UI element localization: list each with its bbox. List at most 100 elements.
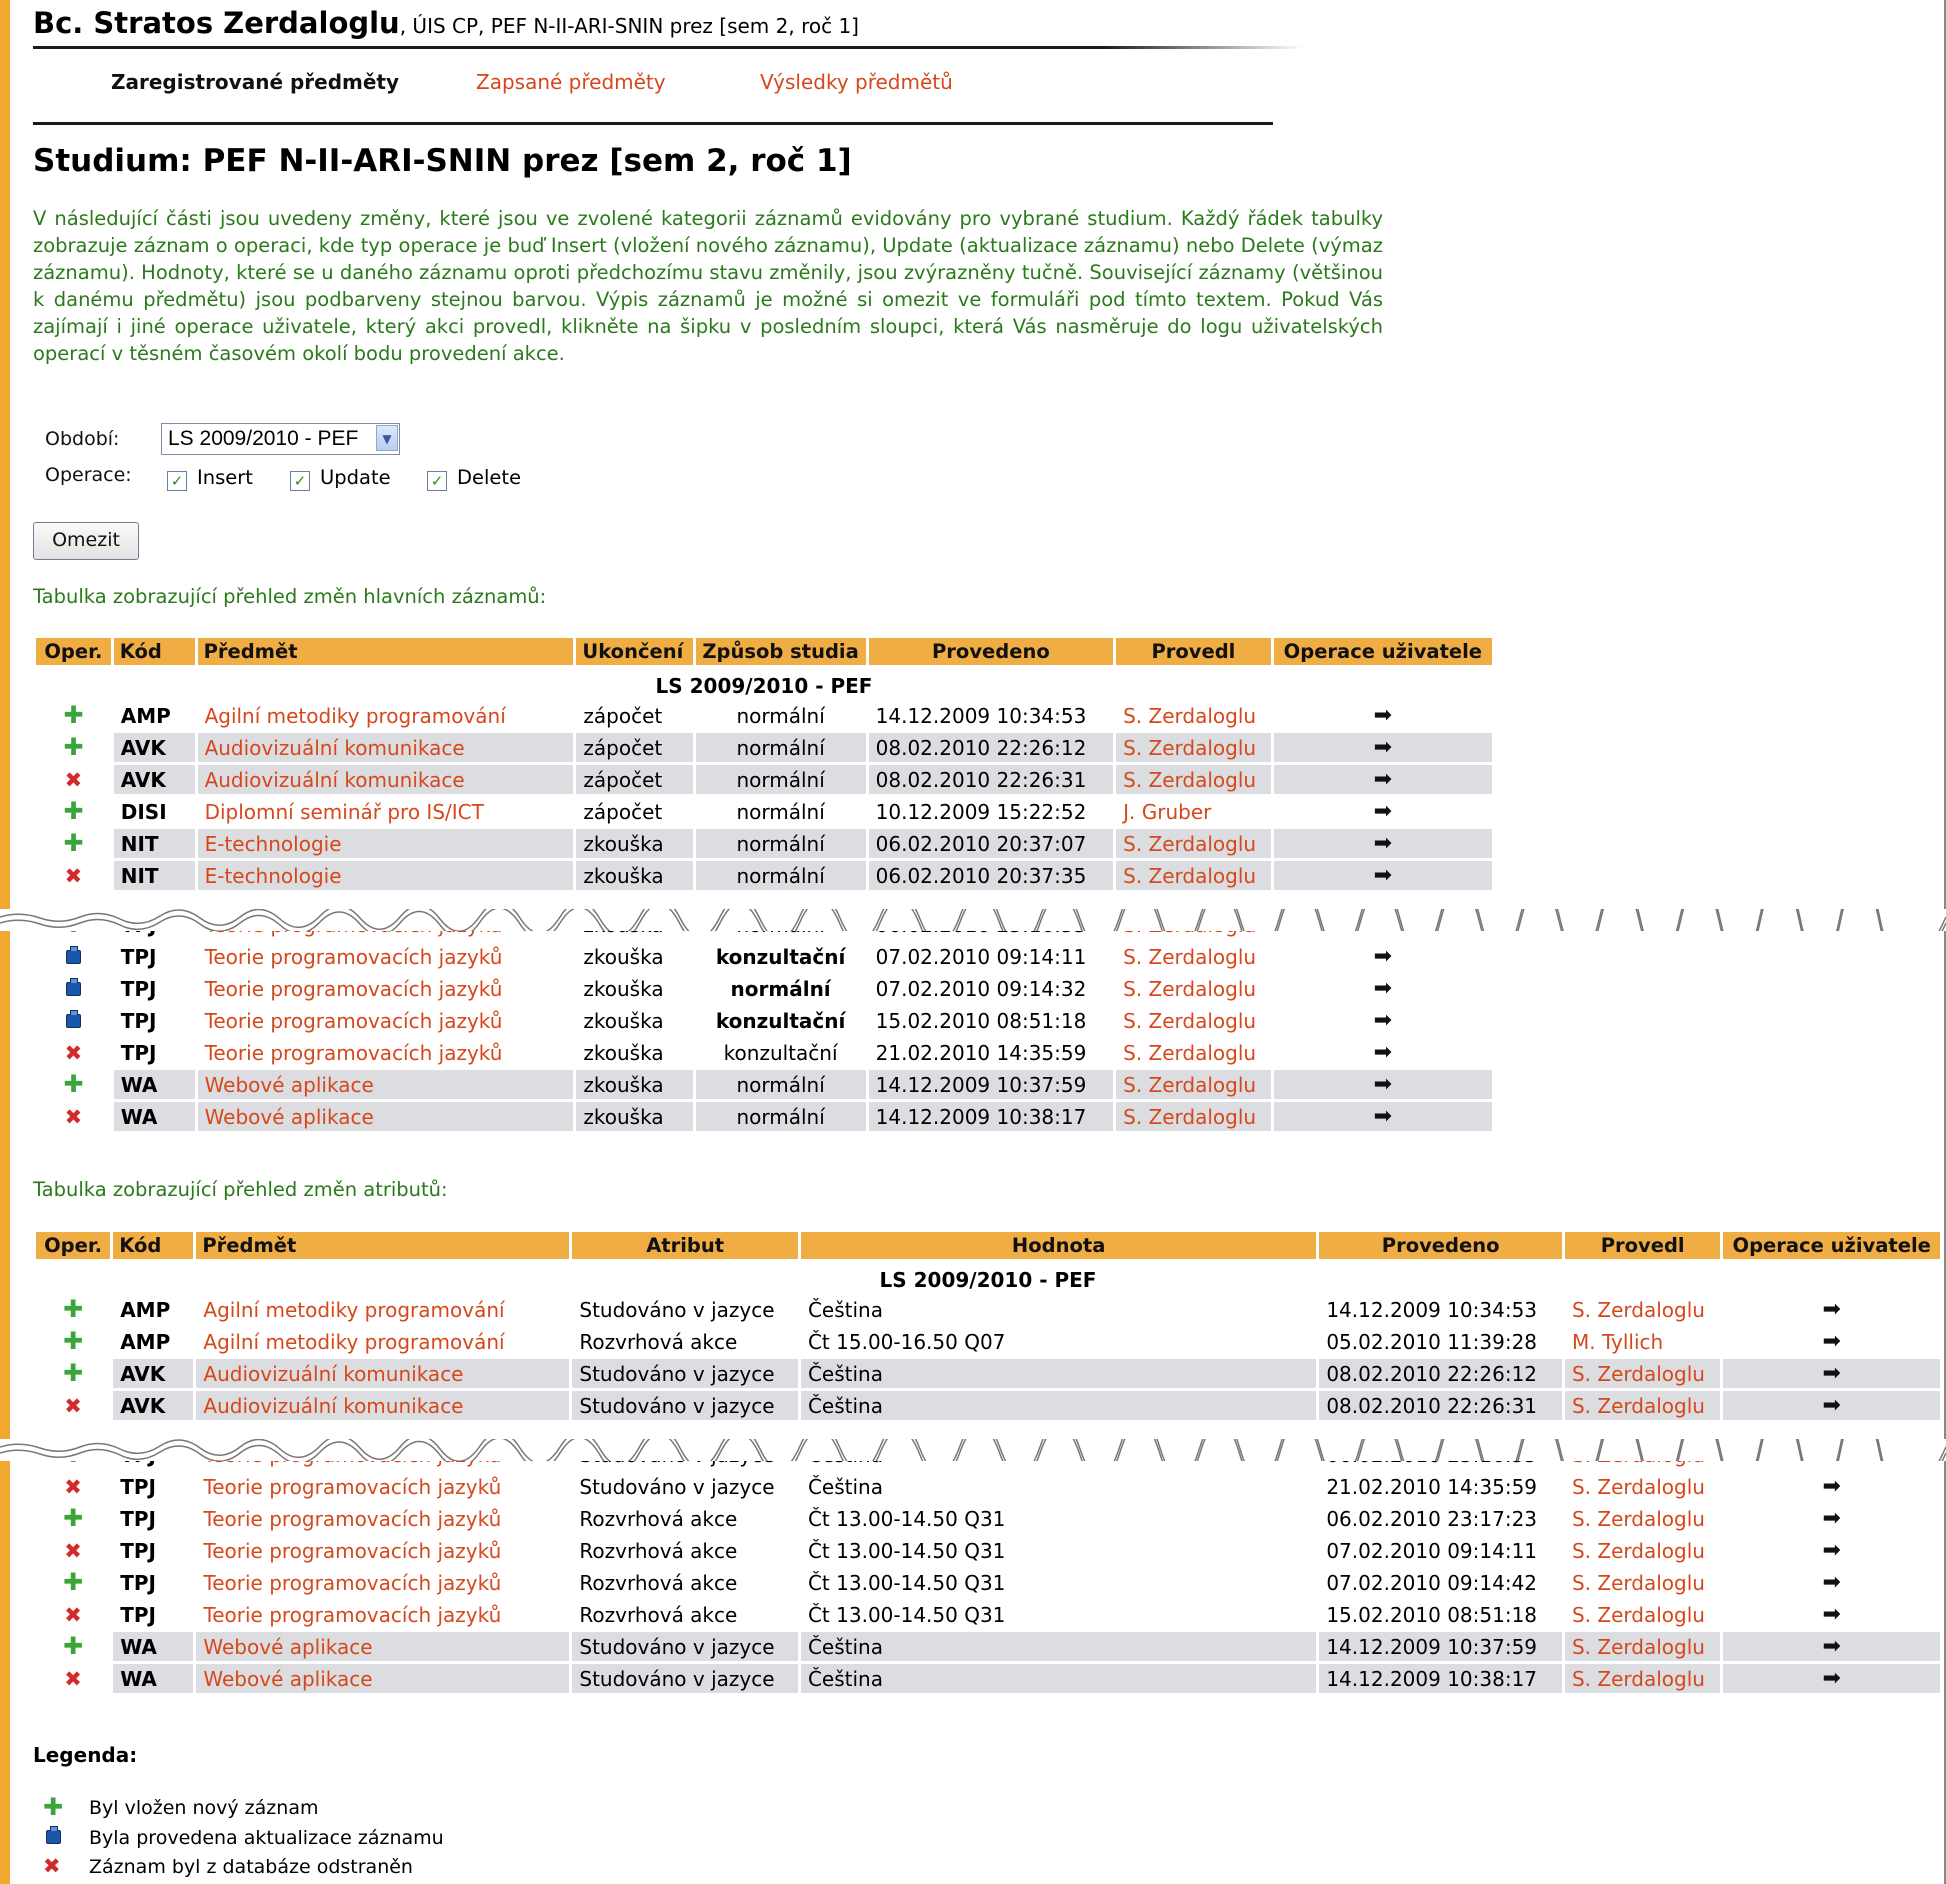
arrow-right-icon[interactable]: ➡ bbox=[1374, 799, 1392, 824]
arrow-right-icon[interactable]: ➡ bbox=[1822, 1393, 1840, 1418]
user-link[interactable]: S. Zerdaloglu bbox=[1123, 736, 1256, 760]
user-link[interactable]: S. Zerdaloglu bbox=[1572, 1667, 1705, 1691]
arrow-right-icon[interactable]: ➡ bbox=[1822, 1634, 1840, 1659]
arrow-right-icon[interactable]: ➡ bbox=[1374, 1008, 1392, 1033]
subject-link[interactable]: Webové aplikace bbox=[205, 1105, 374, 1129]
checkbox-delete-box[interactable]: ✓ bbox=[427, 471, 447, 491]
subject-link[interactable]: Teorie programovacích jazyků bbox=[205, 1009, 503, 1033]
user-link[interactable]: S. Zerdaloglu bbox=[1123, 945, 1256, 969]
col-header-oper[interactable]: Oper. bbox=[36, 1232, 111, 1259]
period-select[interactable]: LS 2009/2010 - PEF ▼ bbox=[161, 423, 400, 455]
arrow-right-icon[interactable]: ➡ bbox=[1822, 1538, 1840, 1563]
col-header-user-ops[interactable]: Operace uživatele bbox=[1723, 1232, 1940, 1259]
filter-button[interactable]: Omezit bbox=[33, 522, 139, 560]
arrow-right-icon[interactable]: ➡ bbox=[1374, 863, 1392, 888]
user-link[interactable]: S. Zerdaloglu bbox=[1123, 977, 1256, 1001]
user-link[interactable]: S. Zerdaloglu bbox=[1572, 1603, 1705, 1627]
arrow-right-icon[interactable]: ➡ bbox=[1822, 1666, 1840, 1691]
subject-link[interactable]: Webové aplikace bbox=[203, 1667, 372, 1691]
col-header-by[interactable]: Provedl bbox=[1564, 1232, 1721, 1259]
user-link[interactable]: S. Zerdaloglu bbox=[1572, 1298, 1705, 1322]
arrow-right-icon[interactable]: ➡ bbox=[1374, 1072, 1392, 1097]
subject-link[interactable]: E-technologie bbox=[205, 864, 342, 888]
user-link[interactable]: S. Zerdaloglu bbox=[1123, 704, 1256, 728]
checkbox-update[interactable]: ✓ Update bbox=[290, 466, 391, 492]
col-header-end[interactable]: Ukončení bbox=[576, 638, 693, 665]
col-header-attribute[interactable]: Atribut bbox=[572, 1232, 798, 1259]
subject-link[interactable]: Agilní metodiky programování bbox=[203, 1330, 504, 1354]
col-header-value[interactable]: Hodnota bbox=[800, 1232, 1317, 1259]
subject-link[interactable]: Webové aplikace bbox=[205, 1073, 374, 1097]
user-link[interactable]: S. Zerdaloglu bbox=[1123, 1009, 1256, 1033]
user-link[interactable]: S. Zerdaloglu bbox=[1572, 1507, 1705, 1531]
arrow-right-icon[interactable]: ➡ bbox=[1374, 735, 1392, 760]
user-link[interactable]: S. Zerdaloglu bbox=[1572, 1539, 1705, 1563]
arrow-right-icon[interactable]: ➡ bbox=[1374, 976, 1392, 1001]
subject-link[interactable]: Agilní metodiky programování bbox=[205, 704, 506, 728]
user-link[interactable]: S. Zerdaloglu bbox=[1572, 1394, 1705, 1418]
subject-link[interactable]: Teorie programovacích jazyků bbox=[205, 977, 503, 1001]
col-header-oper[interactable]: Oper. bbox=[36, 638, 111, 665]
subject-link[interactable]: Teorie programovacích jazyků bbox=[203, 1507, 501, 1531]
tab-subject-results[interactable]: Výsledky předmětů bbox=[760, 70, 953, 94]
arrow-right-icon[interactable]: ➡ bbox=[1822, 1506, 1840, 1531]
col-header-date[interactable]: Provedeno bbox=[868, 638, 1114, 665]
tab-registered-subjects[interactable]: Zaregistrované předměty bbox=[111, 70, 399, 94]
tab-enrolled-subjects[interactable]: Zapsané předměty bbox=[476, 70, 666, 94]
checkbox-insert[interactable]: ✓ Insert bbox=[167, 466, 253, 492]
subject-link[interactable]: Audiovizuální komunikace bbox=[205, 736, 465, 760]
table-row: ✖ AVK Audiovizuální komunikace Studováno v … bbox=[36, 1391, 1940, 1420]
user-link[interactable]: S. Zerdaloglu bbox=[1123, 864, 1256, 888]
subject-link[interactable]: Teorie programovacích jazyků bbox=[203, 1571, 501, 1595]
plus-icon: ✚ bbox=[63, 700, 84, 729]
arrow-right-icon[interactable]: ➡ bbox=[1822, 1602, 1840, 1627]
user-link[interactable]: S. Zerdaloglu bbox=[1572, 1635, 1705, 1659]
arrow-right-icon[interactable]: ➡ bbox=[1374, 944, 1392, 969]
col-header-date[interactable]: Provedeno bbox=[1319, 1232, 1562, 1259]
arrow-right-icon[interactable]: ➡ bbox=[1822, 1297, 1840, 1322]
col-header-mode[interactable]: Způsob studia bbox=[695, 638, 866, 665]
checkbox-insert-box[interactable]: ✓ bbox=[167, 471, 187, 491]
user-link[interactable]: S. Zerdaloglu bbox=[1123, 832, 1256, 856]
subject-link[interactable]: Teorie programovacích jazyků bbox=[203, 1603, 501, 1627]
subject-link[interactable]: Audiovizuální komunikace bbox=[205, 768, 465, 792]
arrow-right-icon[interactable]: ➡ bbox=[1822, 1570, 1840, 1595]
user-link[interactable]: J. Gruber bbox=[1123, 800, 1211, 824]
arrow-right-icon[interactable]: ➡ bbox=[1374, 831, 1392, 856]
code-cell: TPJ bbox=[120, 944, 157, 969]
checkbox-delete[interactable]: ✓ Delete bbox=[427, 466, 521, 492]
subject-link[interactable]: Agilní metodiky programování bbox=[203, 1298, 504, 1322]
user-link[interactable]: S. Zerdaloglu bbox=[1572, 1475, 1705, 1499]
arrow-right-icon[interactable]: ➡ bbox=[1374, 1104, 1392, 1129]
subject-link[interactable]: Audiovizuální komunikace bbox=[203, 1362, 463, 1386]
user-link[interactable]: S. Zerdaloglu bbox=[1123, 768, 1256, 792]
user-link[interactable]: S. Zerdaloglu bbox=[1123, 1041, 1256, 1065]
user-link[interactable]: M. Tyllich bbox=[1572, 1330, 1663, 1354]
subject-link[interactable]: Audiovizuální komunikace bbox=[203, 1394, 463, 1418]
col-header-user-ops[interactable]: Operace uživatele bbox=[1273, 638, 1492, 665]
col-header-code[interactable]: Kód bbox=[113, 638, 195, 665]
col-header-subject[interactable]: Předmět bbox=[197, 638, 574, 665]
arrow-right-icon[interactable]: ➡ bbox=[1374, 703, 1392, 728]
user-link[interactable]: S. Zerdaloglu bbox=[1123, 1105, 1256, 1129]
subject-link[interactable]: Webové aplikace bbox=[203, 1635, 372, 1659]
arrow-right-icon[interactable]: ➡ bbox=[1822, 1474, 1840, 1499]
arrow-right-icon[interactable]: ➡ bbox=[1822, 1361, 1840, 1386]
col-header-subject[interactable]: Předmět bbox=[196, 1232, 570, 1259]
col-header-code[interactable]: Kód bbox=[113, 1232, 194, 1259]
arrow-right-icon[interactable]: ➡ bbox=[1374, 1040, 1392, 1065]
subject-link[interactable]: Diplomní seminář pro IS/ICT bbox=[205, 800, 484, 824]
user-link[interactable]: S. Zerdaloglu bbox=[1572, 1362, 1705, 1386]
arrow-right-icon[interactable]: ➡ bbox=[1374, 767, 1392, 792]
subject-link[interactable]: E-technologie bbox=[205, 832, 342, 856]
user-link[interactable]: S. Zerdaloglu bbox=[1123, 1073, 1256, 1097]
subject-link[interactable]: Teorie programovacích jazyků bbox=[203, 1475, 501, 1499]
chevron-down-icon[interactable]: ▼ bbox=[376, 425, 398, 451]
subject-link[interactable]: Teorie programovacích jazyků bbox=[205, 945, 503, 969]
subject-link[interactable]: Teorie programovacích jazyků bbox=[203, 1539, 501, 1563]
checkbox-update-box[interactable]: ✓ bbox=[290, 471, 310, 491]
user-link[interactable]: S. Zerdaloglu bbox=[1572, 1571, 1705, 1595]
col-header-by[interactable]: Provedl bbox=[1116, 638, 1271, 665]
arrow-right-icon[interactable]: ➡ bbox=[1822, 1329, 1840, 1354]
subject-link[interactable]: Teorie programovacích jazyků bbox=[205, 1041, 503, 1065]
